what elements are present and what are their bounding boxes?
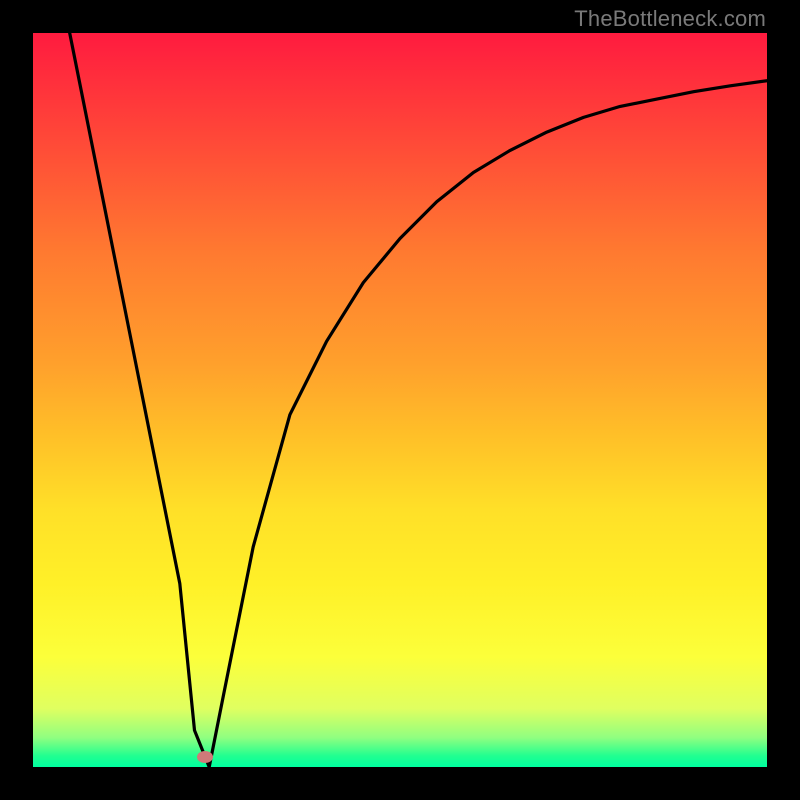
chart-frame: TheBottleneck.com	[0, 0, 800, 800]
bottleneck-curve	[70, 33, 767, 767]
curve-svg	[33, 33, 767, 767]
plot-area	[33, 33, 767, 767]
watermark-text: TheBottleneck.com	[574, 6, 766, 32]
optimum-marker	[197, 751, 213, 763]
